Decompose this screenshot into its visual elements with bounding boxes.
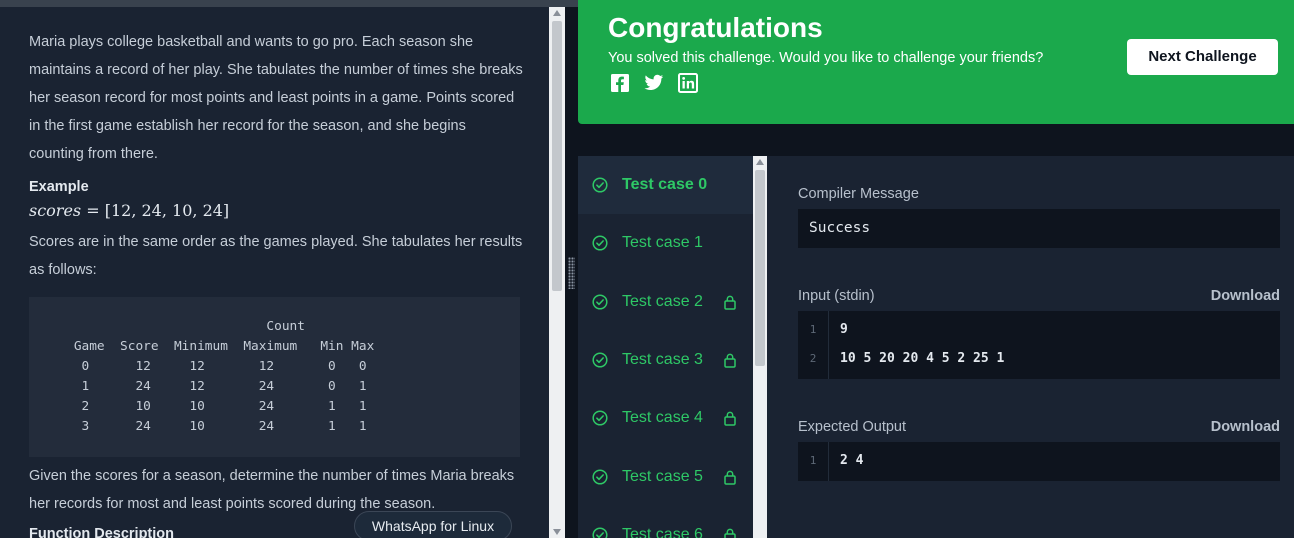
problem-scrollbar-thumb[interactable]	[552, 21, 562, 291]
banner-title: Congratulations	[608, 12, 823, 43]
test-case-item[interactable]: Test case 4	[578, 389, 753, 447]
problem-scrollbar[interactable]	[549, 7, 565, 538]
test-case-item[interactable]: Test case 6	[578, 506, 753, 538]
test-case-label: Test case 4	[622, 409, 703, 427]
scroll-up-arrow-icon[interactable]	[553, 10, 561, 16]
line-number: 1	[809, 454, 817, 467]
given-text: Given the scores for a season, determine…	[29, 468, 515, 512]
check-circle-icon	[592, 352, 608, 368]
example-table-text: Count Game Score Minimum Maximum Min Max…	[73, 319, 375, 434]
input-label: Input (stdin)	[798, 288, 875, 304]
lock-icon	[722, 469, 738, 485]
check-circle-icon	[592, 468, 608, 485]
test-case-label: Test case 0	[622, 176, 708, 193]
lock-icon	[722, 352, 738, 368]
compiler-message: Success	[809, 220, 871, 236]
test-case-details: Compiler Message Success Input (stdin) D…	[767, 156, 1294, 538]
social-share-row	[610, 73, 698, 93]
test-case-item[interactable]: Test case 1	[578, 214, 753, 272]
expected-output-label: Expected Output	[798, 419, 907, 435]
compiler-message-box: Success	[798, 209, 1280, 248]
input-download-link[interactable]: Download	[1211, 288, 1280, 304]
test-case-label: Test case 6	[622, 525, 703, 538]
scroll-up-arrow-icon[interactable]	[756, 159, 764, 165]
expected-output-box: 1 2 4	[798, 442, 1280, 481]
test-case-label: Test case 5	[622, 467, 703, 485]
facebook-icon[interactable]	[610, 73, 630, 93]
code-line: 1 2 4	[798, 447, 1280, 475]
test-case-item[interactable]: Test case 0	[578, 156, 753, 214]
test-case-label: Test case 2	[622, 292, 703, 310]
compiler-message-label: Compiler Message	[798, 186, 919, 202]
code-line: 2 10 5 20 20 4 5 2 25 1	[798, 345, 1280, 373]
whatsapp-toast[interactable]: WhatsApp for Linux	[354, 511, 512, 538]
line-number: 1	[809, 323, 817, 336]
formula-variable: scores	[29, 201, 82, 220]
lock-icon	[722, 410, 738, 426]
input-box: 1 9 2 10 5 20 20 4 5 2 25 1	[798, 311, 1280, 379]
example-formula: scores = [12, 24, 10, 24]	[29, 199, 524, 223]
test-case-scrollbar[interactable]	[753, 156, 767, 538]
check-circle-icon	[592, 177, 608, 193]
test-case-scrollbar-thumb[interactable]	[755, 170, 765, 366]
drag-handle-icon[interactable]	[568, 257, 575, 289]
order-text: Scores are in the same order as the game…	[29, 234, 523, 278]
line-text: 2 4	[840, 453, 864, 468]
twitter-icon[interactable]	[644, 73, 664, 93]
problem-intro: Maria plays college basketball and wants…	[29, 34, 523, 162]
test-case-item[interactable]: Test case 5	[578, 448, 753, 506]
pane-splitter[interactable]	[565, 7, 578, 538]
test-case-label: Test case 3	[622, 350, 703, 368]
linkedin-icon[interactable]	[678, 73, 698, 93]
next-challenge-button[interactable]: Next Challenge	[1127, 39, 1278, 75]
line-text: 9	[840, 322, 848, 337]
expected-output-download-link[interactable]: Download	[1211, 419, 1280, 435]
test-case-item[interactable]: Test case 3	[578, 331, 753, 389]
line-number: 2	[809, 352, 817, 365]
example-heading: Example	[29, 179, 89, 195]
check-circle-icon	[592, 294, 608, 310]
code-line: 19	[798, 316, 1280, 344]
problem-pane: Maria plays college basketball and wants…	[0, 7, 549, 538]
scroll-down-arrow-icon[interactable]	[553, 529, 561, 535]
test-case-item[interactable]: Test case 2	[578, 273, 753, 331]
check-circle-icon	[592, 410, 608, 426]
congratulations-banner: Congratulations You solved this challeng…	[578, 0, 1294, 124]
check-circle-icon	[592, 527, 608, 538]
lock-icon	[722, 294, 738, 310]
formula-value: = [12, 24, 10, 24]	[86, 201, 230, 220]
line-text: 10 5 20 20 4 5 2 25 1	[840, 351, 1005, 366]
banner-subtitle: You solved this challenge. Would you lik…	[608, 50, 1044, 66]
lock-icon	[722, 527, 738, 538]
check-circle-icon	[592, 235, 608, 251]
example-table: Count Game Score Minimum Maximum Min Max…	[29, 297, 520, 457]
test-case-list: Test case 0 Test case 1 Test case 2 Test ca…	[578, 156, 753, 538]
test-case-label: Test case 1	[622, 234, 703, 252]
